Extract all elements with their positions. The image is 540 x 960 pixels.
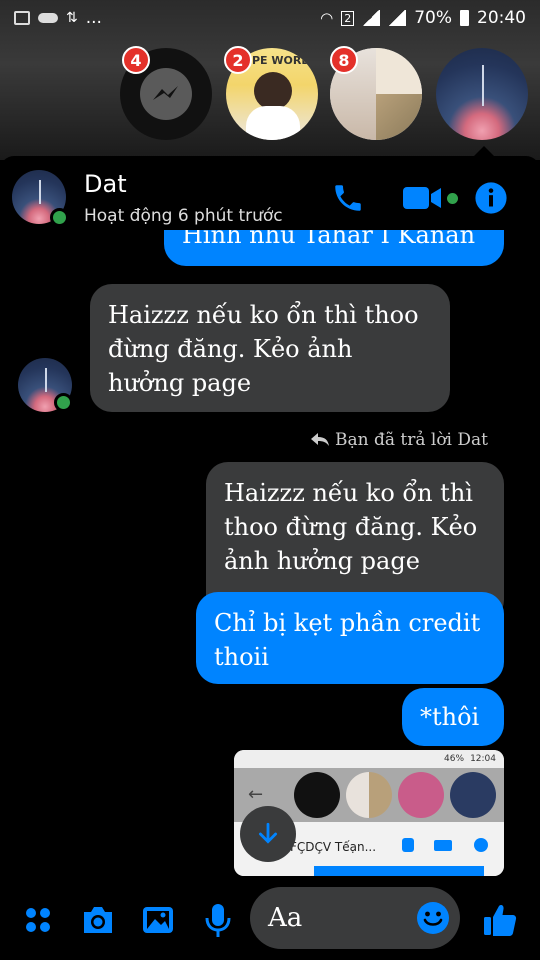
gallery-icon [14, 11, 30, 25]
tower-mast [45, 367, 47, 393]
scroll-to-bottom-button[interactable] [240, 806, 296, 862]
arrow-down-icon [259, 822, 277, 844]
reply-indicator: Bạn đã trả lời Dat [310, 430, 488, 450]
cloud-icon [38, 13, 58, 23]
grid-dots-icon [26, 908, 50, 932]
gallery-button[interactable] [138, 900, 178, 940]
message-incoming[interactable]: Haizzz nếu ko ổn thì thoo đừng đăng. Kẻo… [90, 284, 450, 412]
unread-badge-2: 2 [224, 46, 252, 74]
call-button[interactable] [326, 178, 370, 218]
person-body [246, 106, 300, 140]
message-outgoing[interactable]: Chỉ bị kẹt phần credit thoii [196, 592, 504, 684]
thumb-messenger-head [294, 772, 340, 818]
battery-percent: 70% [414, 8, 452, 28]
message-text: Chỉ bị kẹt phần credit thoii [214, 609, 481, 671]
info-button[interactable] [470, 178, 512, 218]
more-notifications: ... [85, 8, 102, 28]
chathead-banner-text: PE WORL [252, 54, 309, 67]
emoji-icon[interactable] [416, 901, 450, 935]
tower-mast [39, 179, 41, 205]
thumb-back-icon: ← [248, 784, 264, 805]
message-text: Haizzz nếu ko ổn thì thoo đừng đăng. Kẻo… [108, 301, 419, 397]
chat-heads-row: 4 PE WORL 2 8 [0, 46, 540, 140]
like-button[interactable] [480, 900, 520, 940]
thumb-phone-icon [402, 838, 414, 852]
signal-icon [362, 10, 381, 26]
phone-icon [335, 185, 361, 211]
microphone-icon [205, 904, 231, 937]
camera-button[interactable] [78, 900, 118, 940]
message-input[interactable]: Aa [250, 887, 460, 949]
chathead-active[interactable] [436, 48, 528, 140]
more-actions-button[interactable] [18, 900, 58, 940]
image-icon [143, 907, 173, 933]
thumb-person-head [398, 772, 444, 818]
header-cover [0, 232, 160, 234]
voice-button[interactable] [198, 900, 238, 940]
quoted-text: Haizzz nếu ko ổn thì thoo đừng đăng. Kẻo… [224, 479, 478, 575]
thumb-time: 12:04 [470, 754, 496, 764]
clock: 20:40 [477, 8, 526, 28]
video-call-button[interactable] [398, 180, 460, 216]
message-outgoing-correction[interactable]: *thôi [402, 688, 504, 746]
online-indicator [50, 208, 69, 227]
thumb-battery: 46% [444, 754, 465, 764]
info-icon [475, 182, 507, 214]
thumbs-up-icon [484, 905, 517, 936]
sender-online-indicator [54, 393, 73, 412]
wifi-icon: ◠ [320, 9, 334, 27]
thumb-info-icon [474, 838, 488, 852]
data-transfer-icon: ⇅ [66, 10, 78, 26]
unread-badge-3: 8 [330, 46, 358, 74]
thumb-video-icon [434, 840, 452, 851]
thumb-sky-head [450, 772, 496, 818]
reply-note-text: Bạn đã trả lời Dat [334, 430, 488, 450]
person-figure [254, 72, 292, 110]
thumb-group-head [346, 772, 392, 818]
unread-badge: 4 [122, 46, 150, 74]
video-camera-icon [402, 187, 441, 209]
camera-icon [84, 907, 112, 933]
thumb-title: FÇDÇV Tếạn... [290, 840, 377, 854]
thumb-blue-strip [314, 866, 484, 876]
thumb-status-bar: 46% 12:04 [234, 750, 504, 768]
contact-name[interactable]: Dat [84, 170, 127, 198]
video-online-dot [446, 192, 458, 204]
reply-arrow-icon [310, 433, 329, 446]
message-text: *thôi [420, 703, 480, 731]
signal-icon-2 [388, 10, 407, 26]
status-bar: ⇅ ... ◠ 2 70% 20:40 [0, 0, 540, 36]
group-photo-3 [376, 94, 422, 140]
input-placeholder: Aa [268, 903, 303, 933]
sim-indicator: 2 [341, 10, 355, 26]
battery-icon [460, 10, 469, 26]
activity-status: Hoạt động 6 phút trước [84, 206, 283, 226]
tower-mast [482, 64, 484, 106]
group-photo-2 [376, 48, 422, 94]
